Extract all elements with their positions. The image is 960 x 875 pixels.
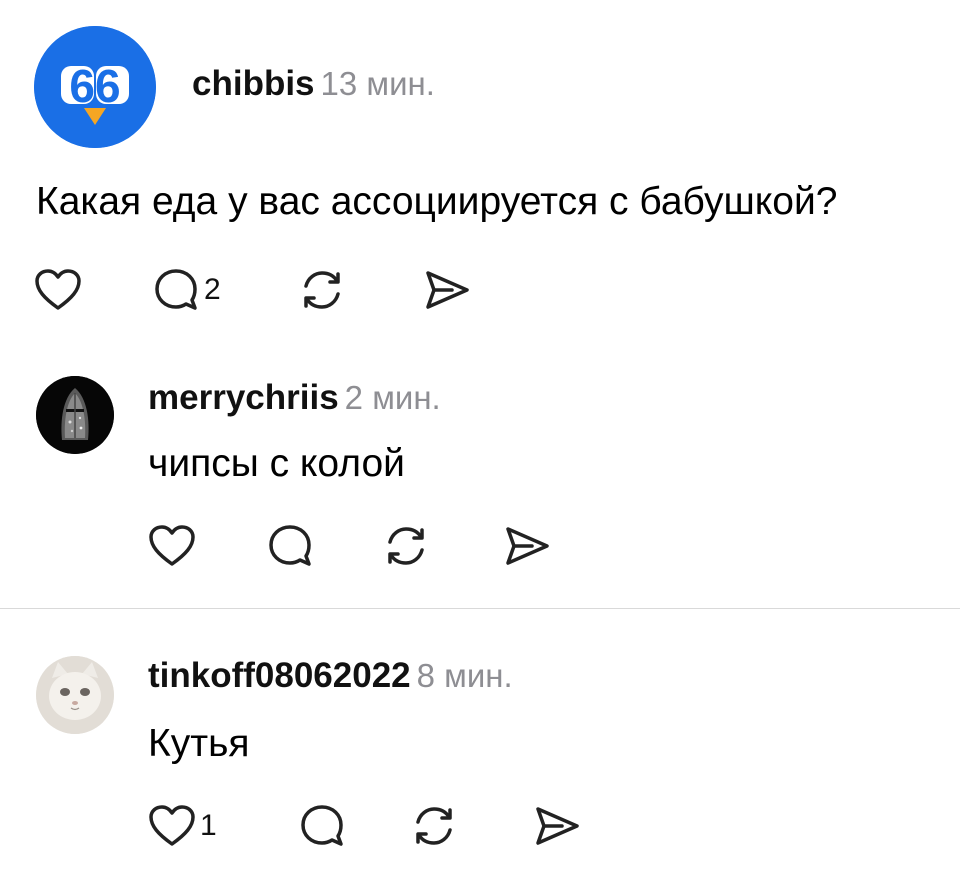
- repost-icon: [304, 271, 340, 309]
- share-icon: [506, 527, 549, 565]
- heart-icon: [149, 525, 195, 566]
- repost-button[interactable]: [298, 260, 346, 320]
- share-button[interactable]: [532, 796, 582, 856]
- post-text: Какая еда у вас ассоциируется с бабушкой…: [36, 180, 838, 223]
- comment-icon: [155, 269, 197, 310]
- heart-icon: [149, 805, 195, 846]
- repost-button[interactable]: [410, 796, 458, 856]
- reply-avatar[interactable]: [36, 376, 114, 454]
- post-author[interactable]: chibbis 13 мин.: [192, 64, 435, 104]
- chibbis-logo-icon: 66: [34, 26, 156, 148]
- knight-helmet-icon: [36, 376, 114, 454]
- comment-count: 2: [204, 273, 221, 306]
- reply-author[interactable]: merrychriis 2 мин.: [148, 378, 441, 418]
- repost-button[interactable]: [382, 516, 430, 576]
- reply-time: 8 мин.: [416, 657, 513, 694]
- share-icon: [536, 807, 579, 845]
- comment-icon: [269, 525, 311, 566]
- post-avatar[interactable]: 66: [34, 26, 156, 148]
- post-actions: 2: [34, 260, 514, 320]
- cat-face-icon: [36, 656, 114, 734]
- reply-author[interactable]: tinkoff08062022 8 мин.: [148, 656, 513, 696]
- comment-button[interactable]: [298, 796, 350, 856]
- reply-time: 2 мин.: [344, 379, 441, 416]
- reply-text: Кутья: [148, 722, 250, 765]
- repost-icon: [388, 527, 424, 565]
- post-time: 13 мин.: [320, 65, 435, 102]
- share-button[interactable]: [502, 516, 552, 576]
- post-author-name[interactable]: chibbis: [192, 64, 315, 103]
- share-icon: [426, 271, 469, 309]
- share-button[interactable]: [422, 260, 472, 320]
- comment-button[interactable]: 2: [152, 260, 221, 320]
- repost-icon: [416, 807, 452, 845]
- comment-button[interactable]: [266, 516, 318, 576]
- svg-text:66: 66: [69, 60, 120, 112]
- reply-author-name[interactable]: tinkoff08062022: [148, 656, 411, 695]
- reply-actions: 1: [148, 796, 588, 856]
- like-button[interactable]: [148, 516, 200, 576]
- reply-author-name[interactable]: merrychriis: [148, 378, 339, 417]
- reply-actions: [148, 516, 568, 576]
- reply-avatar[interactable]: [36, 656, 114, 734]
- reply-text: чипсы с колой: [148, 442, 405, 485]
- like-count: 1: [200, 809, 217, 842]
- heart-icon: [35, 269, 81, 310]
- comment-icon: [301, 805, 343, 846]
- like-button[interactable]: [34, 260, 86, 320]
- divider: [0, 608, 960, 609]
- like-button[interactable]: 1: [148, 796, 217, 856]
